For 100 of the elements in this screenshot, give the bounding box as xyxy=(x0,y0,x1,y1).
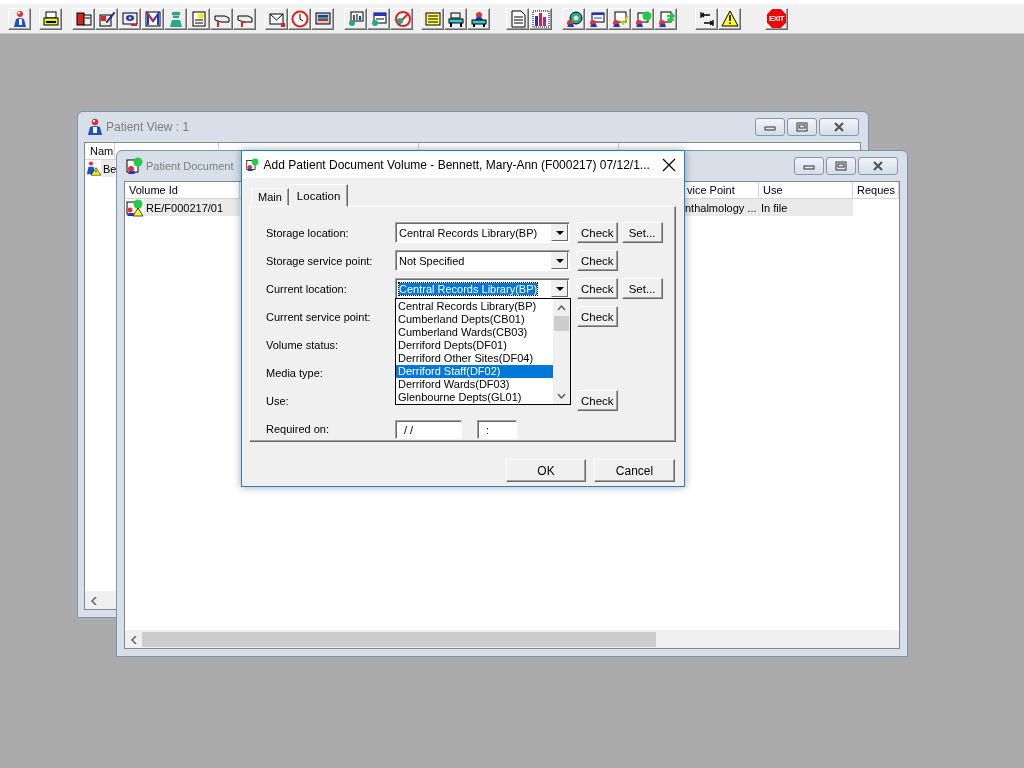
column-header[interactable]: Volume Id xyxy=(125,182,240,199)
toolbar-button[interactable] xyxy=(39,7,62,30)
book-icon xyxy=(74,9,93,28)
check-button[interactable]: Check xyxy=(577,222,618,243)
toolbar-button[interactable] xyxy=(444,7,467,30)
dropdown-option[interactable]: Central Records Library(BP) xyxy=(396,300,553,313)
monitor-eye-icon xyxy=(120,9,139,28)
field-value: Central Records Library(BP) xyxy=(399,226,538,239)
toolbar-button[interactable] xyxy=(95,7,118,30)
restore-icon xyxy=(794,120,810,134)
card-arrows-icon xyxy=(656,9,675,28)
toolbar-button[interactable] xyxy=(118,7,141,30)
dropdown-option[interactable]: Derriford Wards(DF03) xyxy=(396,378,553,391)
field-value: Central Records Library(BP) xyxy=(399,282,538,295)
dropdown-option[interactable]: Derriford Other Sites(DF04) xyxy=(396,352,553,365)
column-header[interactable]: Reques xyxy=(853,182,899,199)
check-button[interactable]: Check xyxy=(577,278,618,299)
dropdown-option[interactable]: Cumberland Depts(CB01) xyxy=(396,313,553,326)
toolbar-button[interactable] xyxy=(529,7,552,30)
close-button[interactable] xyxy=(819,118,859,136)
list-cell[interactable]: Be xyxy=(101,160,115,177)
toolbar-button[interactable] xyxy=(233,7,256,30)
maximize-button[interactable] xyxy=(787,118,817,136)
close-icon xyxy=(870,159,886,173)
toolbar-button[interactable] xyxy=(585,7,608,30)
field-label: Volume status: xyxy=(266,338,340,351)
close-button[interactable] xyxy=(858,157,898,175)
window-title: Patient View : 1 xyxy=(106,120,190,134)
set-button[interactable]: Set... xyxy=(621,222,663,243)
time-field[interactable]: : xyxy=(477,420,517,439)
dropdown-option[interactable]: Derriford Depts(DF01) xyxy=(396,339,553,352)
dropdown-option[interactable]: Derriford Staff(DF02) xyxy=(396,365,553,378)
maximize-button[interactable] xyxy=(826,157,856,175)
bed-icon xyxy=(446,9,465,28)
dropdown-option[interactable]: Cumberland Wards(CB03) xyxy=(396,326,553,339)
toolbar-button[interactable] xyxy=(344,7,367,30)
field-label: Current location: xyxy=(266,282,348,295)
dropdown-option[interactable]: Glenbourne Depts(GL01) xyxy=(396,391,553,404)
column-header[interactable]: Use xyxy=(759,182,853,199)
toolbar-button[interactable] xyxy=(562,7,585,30)
card-check-icon xyxy=(610,9,629,28)
scroll-thumb[interactable] xyxy=(554,316,569,331)
dropdown-field[interactable]: Central Records Library(BP) xyxy=(395,222,570,243)
toolbar-button[interactable] xyxy=(608,7,631,30)
toolbar-button[interactable] xyxy=(141,7,164,30)
check-button[interactable]: Check xyxy=(577,250,618,271)
dropdown-button[interactable] xyxy=(551,252,568,269)
sticky-note-icon xyxy=(423,9,442,28)
patient-bed-icon xyxy=(469,9,488,28)
dropdown-button[interactable] xyxy=(551,280,568,297)
toolbar-button[interactable] xyxy=(210,7,233,30)
check-button[interactable]: Check xyxy=(577,390,618,411)
toolbar-button[interactable] xyxy=(718,7,741,30)
list-cell[interactable]: RE/F000217/01 xyxy=(144,199,240,216)
list-cell[interactable]: In file xyxy=(759,199,853,216)
dropdown-field[interactable]: Not Specified xyxy=(395,250,570,271)
ok-button[interactable]: OK xyxy=(506,459,586,482)
dropdown-field[interactable]: Central Records Library(BP) xyxy=(395,278,570,299)
toolbar-button[interactable] xyxy=(367,7,390,30)
scroll-thumb[interactable] xyxy=(142,632,656,647)
field-label: Use: xyxy=(266,394,290,407)
cancel-button[interactable]: Cancel xyxy=(594,459,675,482)
form-icon xyxy=(369,9,388,28)
chart-board-icon xyxy=(346,9,365,28)
document-icon xyxy=(126,157,144,175)
set-button[interactable]: Set... xyxy=(621,278,663,299)
toolbar-button[interactable] xyxy=(467,7,490,30)
dropdown-list[interactable]: Central Records Library(BP) Cumberland Depts(CB01) Cumberland Wards(CB03) Derriford Depts(DF01) Derriford Other Sites(DF04) Derriford Staff(DF02) Derriford Wards(DF03) Glenbourne Depts(GL01) xyxy=(395,298,571,405)
toolbar-button[interactable] xyxy=(72,7,95,30)
vertical-scrollbar[interactable] xyxy=(553,299,570,404)
window-title: Patient Document xyxy=(146,160,234,172)
date-field[interactable]: / / xyxy=(395,420,462,439)
horizontal-scrollbar[interactable] xyxy=(125,630,899,648)
toolbar-button[interactable] xyxy=(654,7,677,30)
person-icon xyxy=(86,118,104,136)
bar-chart-icon xyxy=(531,9,550,28)
close-icon xyxy=(831,120,847,134)
toolbar-button[interactable] xyxy=(695,7,718,30)
field-label: Current service point: xyxy=(266,310,372,323)
minimize-button[interactable] xyxy=(755,118,785,136)
card-globe-icon xyxy=(633,9,652,28)
list-cell[interactable]: nthalmology ... xyxy=(683,199,759,216)
toolbar-button[interactable] xyxy=(265,7,288,30)
swap-arrows-icon xyxy=(697,9,716,28)
check-button[interactable]: Check xyxy=(577,306,618,327)
column-header[interactable]: Nam xyxy=(85,143,115,160)
column-header[interactable]: vice Point xyxy=(683,182,759,199)
field-label: Required on: xyxy=(266,422,330,435)
close-icon xyxy=(661,157,676,172)
dropdown-button[interactable] xyxy=(551,224,568,241)
field-label: Media type: xyxy=(266,366,324,379)
tab[interactable]: Main xyxy=(251,188,289,206)
document-icon xyxy=(508,9,527,28)
toolbar-button[interactable] xyxy=(8,7,31,30)
printer-icon xyxy=(41,9,60,28)
minimize-button[interactable] xyxy=(794,157,824,175)
field-label: Storage location: xyxy=(266,226,350,239)
toolbar-button[interactable] xyxy=(311,7,334,30)
tab[interactable]: Location xyxy=(288,184,349,207)
toolbar-button[interactable] xyxy=(631,7,654,30)
